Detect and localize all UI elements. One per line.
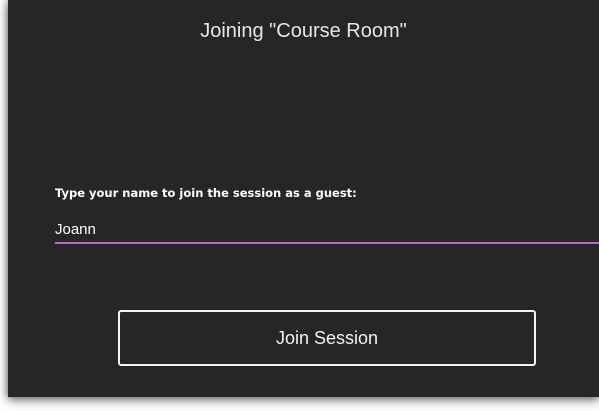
guest-name-input[interactable] <box>55 216 599 244</box>
join-session-dialog: Joining "Course Room" Type your name to … <box>8 0 599 397</box>
screenshot-frame: Joining "Course Room" Type your name to … <box>0 0 599 411</box>
guest-name-label: Type your name to join the session as a … <box>55 186 357 200</box>
join-session-button[interactable]: Join Session <box>118 310 536 366</box>
dialog-title: Joining "Course Room" <box>200 20 407 42</box>
